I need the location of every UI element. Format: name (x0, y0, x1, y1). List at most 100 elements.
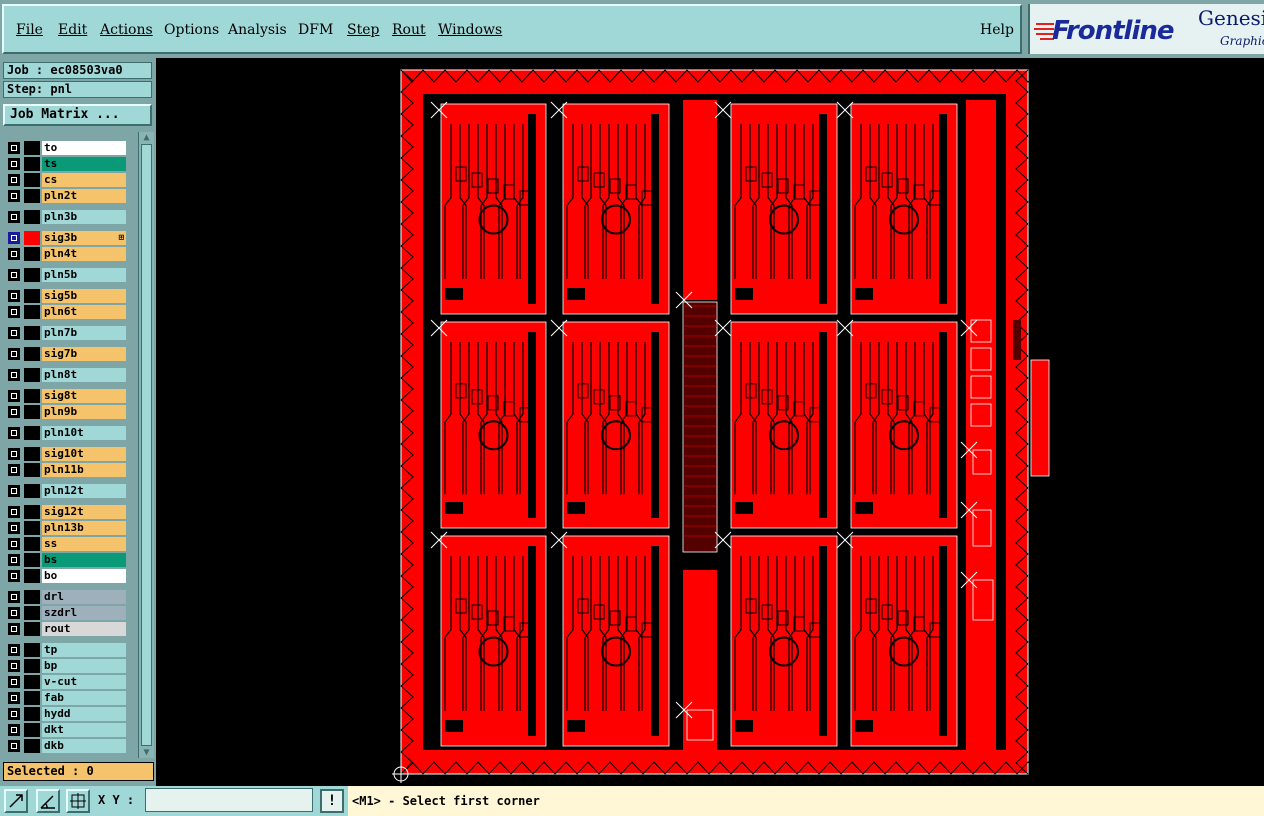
layer-row-rout[interactable]: rout (6, 621, 126, 637)
layer-name[interactable]: dkb (42, 739, 126, 753)
layer-affected-checkbox[interactable] (8, 644, 20, 656)
layer-display-toggle[interactable] (24, 505, 40, 519)
layer-name[interactable]: szdrl (42, 606, 126, 620)
layer-row-bp[interactable]: bp (6, 658, 126, 674)
layer-display-toggle[interactable] (24, 590, 40, 604)
measure-tool-button[interactable] (36, 789, 60, 813)
layer-row-sig5b[interactable]: sig5b (6, 288, 126, 304)
layer-affected-checkbox[interactable] (8, 232, 20, 244)
layer-affected-checkbox[interactable] (8, 211, 20, 223)
layer-name[interactable]: pln13b (42, 521, 126, 535)
menu-options[interactable]: Options (164, 22, 219, 38)
layer-row-pln11b[interactable]: pln11b (6, 462, 126, 478)
layer-affected-checkbox[interactable] (8, 623, 20, 635)
job-matrix-button[interactable]: Job Matrix ... (3, 104, 152, 126)
layer-row-pln8t[interactable]: pln8t (6, 367, 126, 383)
layer-display-toggle[interactable] (24, 289, 40, 303)
layer-display-toggle[interactable] (24, 606, 40, 620)
layer-row-pln3b[interactable]: pln3b (6, 209, 126, 225)
layer-affected-checkbox[interactable] (8, 369, 20, 381)
layer-name[interactable]: dkt (42, 723, 126, 737)
layer-name[interactable]: sig7b (42, 347, 126, 361)
layer-name[interactable]: pln11b (42, 463, 126, 477)
layer-display-toggle[interactable] (24, 675, 40, 689)
layer-affected-checkbox[interactable] (8, 554, 20, 566)
layer-affected-checkbox[interactable] (8, 692, 20, 704)
layer-display-toggle[interactable] (24, 426, 40, 440)
layer-affected-checkbox[interactable] (8, 390, 20, 402)
layer-affected-checkbox[interactable] (8, 740, 20, 752)
layer-display-toggle[interactable] (24, 405, 40, 419)
layer-name[interactable]: pln5b (42, 268, 126, 282)
layer-name[interactable]: ts (42, 157, 126, 171)
layer-display-toggle[interactable] (24, 247, 40, 261)
menu-analysis[interactable]: Analysis (228, 22, 287, 38)
layer-row-hydd[interactable]: hydd (6, 706, 126, 722)
warning-button[interactable]: ! (320, 789, 344, 813)
layer-name[interactable]: sig12t (42, 505, 126, 519)
layer-row-v-cut[interactable]: v-cut (6, 674, 126, 690)
pcb-panel-view[interactable] (156, 58, 1264, 786)
layer-display-toggle[interactable] (24, 569, 40, 583)
layer-row-bs[interactable]: bs (6, 552, 126, 568)
layer-row-bo[interactable]: bo (6, 568, 126, 584)
layer-name[interactable]: bo (42, 569, 126, 583)
layer-display-toggle[interactable] (24, 173, 40, 187)
layer-display-toggle[interactable] (24, 463, 40, 477)
layer-row-dkb[interactable]: dkb (6, 738, 126, 754)
layer-name[interactable]: fab (42, 691, 126, 705)
layer-display-toggle[interactable] (24, 210, 40, 224)
layer-affected-checkbox[interactable] (8, 174, 20, 186)
layer-affected-checkbox[interactable] (8, 591, 20, 603)
layer-name[interactable]: rout (42, 622, 126, 636)
snap-grid-tool-button[interactable] (66, 789, 90, 813)
layer-name[interactable]: sig3b ⊞ (42, 231, 126, 245)
layer-row-ss[interactable]: ss (6, 536, 126, 552)
layer-display-toggle[interactable] (24, 231, 40, 245)
layer-row-drl[interactable]: drl (6, 589, 126, 605)
layer-row-sig3b[interactable]: sig3b ⊞ (6, 230, 126, 246)
layer-list-scrollbar[interactable]: ▲ ▼ (138, 132, 154, 758)
layer-name[interactable]: bp (42, 659, 126, 673)
layer-display-toggle[interactable] (24, 622, 40, 636)
layer-affected-checkbox[interactable] (8, 660, 20, 672)
layer-affected-checkbox[interactable] (8, 522, 20, 534)
layer-display-toggle[interactable] (24, 484, 40, 498)
layer-row-pln13b[interactable]: pln13b (6, 520, 126, 536)
layer-affected-checkbox[interactable] (8, 538, 20, 550)
layer-name[interactable]: tp (42, 643, 126, 657)
layer-name[interactable]: sig5b (42, 289, 126, 303)
layer-affected-checkbox[interactable] (8, 570, 20, 582)
layer-row-to[interactable]: to (6, 140, 126, 156)
layer-row-pln5b[interactable]: pln5b (6, 267, 126, 283)
layer-display-toggle[interactable] (24, 268, 40, 282)
layer-name[interactable]: hydd (42, 707, 126, 721)
layer-affected-checkbox[interactable] (8, 485, 20, 497)
layer-row-sig10t[interactable]: sig10t (6, 446, 126, 462)
layer-affected-checkbox[interactable] (8, 348, 20, 360)
layer-row-sig7b[interactable]: sig7b (6, 346, 126, 362)
layer-display-toggle[interactable] (24, 707, 40, 721)
layer-affected-checkbox[interactable] (8, 142, 20, 154)
zoom-area-tool-button[interactable] (4, 789, 28, 813)
layer-display-toggle[interactable] (24, 189, 40, 203)
layer-display-toggle[interactable] (24, 643, 40, 657)
layer-row-pln6t[interactable]: pln6t (6, 304, 126, 320)
layer-name[interactable]: pln6t (42, 305, 126, 319)
layer-display-toggle[interactable] (24, 389, 40, 403)
layer-display-toggle[interactable] (24, 326, 40, 340)
layer-affected-checkbox[interactable] (8, 269, 20, 281)
layer-row-tp[interactable]: tp (6, 642, 126, 658)
layer-display-toggle[interactable] (24, 691, 40, 705)
menu-file[interactable]: File (16, 22, 43, 38)
layer-name[interactable]: to (42, 141, 126, 155)
layer-row-pln2t[interactable]: pln2t (6, 188, 126, 204)
layer-name[interactable]: pln12t (42, 484, 126, 498)
layer-name[interactable]: ss (42, 537, 126, 551)
layer-row-ts[interactable]: ts (6, 156, 126, 172)
layer-display-toggle[interactable] (24, 723, 40, 737)
layer-affected-checkbox[interactable] (8, 248, 20, 260)
layer-name[interactable]: sig8t (42, 389, 126, 403)
layer-row-pln9b[interactable]: pln9b (6, 404, 126, 420)
layer-affected-checkbox[interactable] (8, 724, 20, 736)
